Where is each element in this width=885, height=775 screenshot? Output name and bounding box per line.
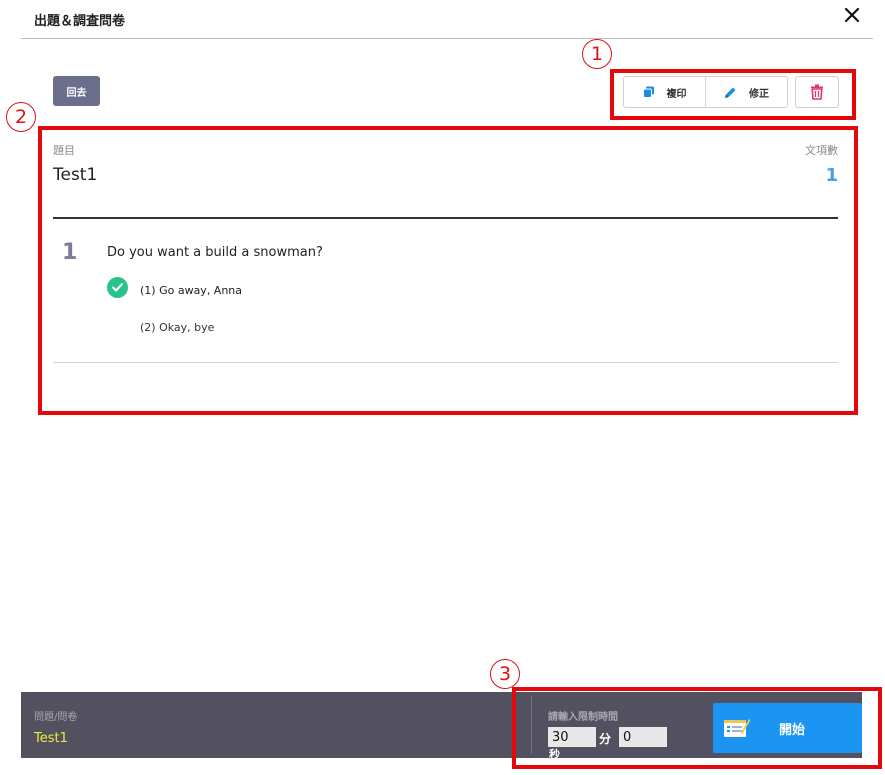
annotation-box-3 [512,687,882,769]
modal-title: 出題＆調査問卷 [34,14,126,29]
footer-item-label: 問題/問卷 [34,712,78,723]
header-divider [21,38,873,39]
back-button[interactable]: 回去 [53,76,100,106]
annotation-marker-3: 3 [490,659,520,689]
close-icon [844,7,860,23]
footer-item-value: Test1 [34,731,68,746]
annotation-marker-1: 1 [582,39,612,69]
annotation-marker-2: 2 [6,102,36,132]
annotation-box-2 [38,126,858,415]
close-button[interactable] [843,6,861,24]
annotation-box-1 [610,69,856,120]
